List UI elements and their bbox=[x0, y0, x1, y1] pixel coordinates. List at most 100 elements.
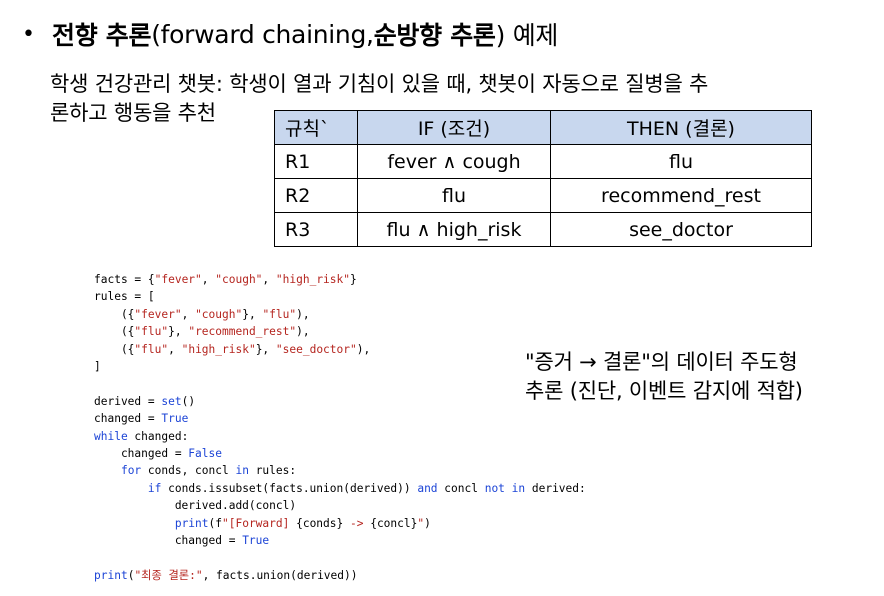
code-token: "[Forward] bbox=[222, 516, 297, 530]
table-row: R3 flu ∧ high_risk see_doctor bbox=[274, 212, 812, 247]
code-block: facts = {"fever", "cough", "high_risk"} r… bbox=[94, 271, 586, 584]
rule-conclusion: see_doctor bbox=[550, 212, 812, 247]
code-token: False bbox=[188, 447, 222, 461]
code-line: changed = False bbox=[94, 445, 586, 462]
code-line: ] bbox=[94, 358, 586, 375]
code-token: , bbox=[262, 273, 276, 286]
code-token: print bbox=[174, 516, 209, 530]
rules-table: 규칙` IF (조건) THEN (결론) R1 fever ∧ cough f… bbox=[274, 110, 812, 247]
rule-conclusion: flu bbox=[550, 144, 812, 179]
code-token: "최종 결론:" bbox=[134, 568, 203, 582]
code-line: if conds.issubset(facts.union(derived)) … bbox=[94, 480, 586, 497]
code-token: ] bbox=[94, 360, 101, 374]
slide-title: • 전향 추론 (forward chaining, 순방향 추론 ) 예제 bbox=[22, 14, 558, 54]
code-token: , facts.union(derived)) bbox=[202, 568, 358, 582]
code-token: "fever" bbox=[134, 307, 182, 321]
code-token: () bbox=[181, 394, 196, 408]
code-token: ), bbox=[356, 342, 371, 356]
code-token: "cough" bbox=[215, 273, 263, 286]
code-token: facts = { bbox=[94, 273, 155, 286]
code-line: derived.add(concl) bbox=[94, 497, 586, 514]
code-token: "fever" bbox=[154, 273, 202, 286]
code-token: if bbox=[147, 481, 162, 495]
code-token: "cough" bbox=[195, 307, 243, 321]
code-token: changed = bbox=[94, 412, 162, 426]
title-suffix: ) 예제 bbox=[495, 21, 559, 50]
code-token: ({ bbox=[94, 342, 135, 356]
code-token: , bbox=[168, 342, 182, 356]
side-note-line-2: 추론 (진단, 이벤트 감지에 적합) bbox=[525, 379, 803, 403]
code-token: ) bbox=[424, 516, 431, 530]
code-line: changed = True bbox=[94, 532, 586, 549]
code-token: }, bbox=[255, 342, 276, 356]
code-token: derived = bbox=[94, 394, 162, 408]
code-token: derived: bbox=[525, 481, 586, 495]
table-row: R1 fever ∧ cough flu bbox=[274, 144, 812, 179]
code-token: "high_risk" bbox=[275, 273, 350, 286]
code-token: "see_doctor" bbox=[275, 342, 357, 356]
bullet-icon: • bbox=[22, 21, 35, 47]
code-token: print bbox=[94, 568, 128, 582]
rule-id: R2 bbox=[274, 178, 358, 213]
header-if: IF (조건) bbox=[357, 110, 551, 145]
code-token: ({ bbox=[94, 307, 135, 321]
code-token: "recommend_rest" bbox=[188, 325, 297, 339]
code-line: for conds, concl in rules: bbox=[94, 462, 586, 479]
code-token: changed: bbox=[127, 429, 189, 443]
title-bold-term: 전향 추론 bbox=[52, 21, 152, 50]
code-token: and bbox=[417, 481, 438, 495]
code-token: {conds} bbox=[296, 516, 350, 530]
header-rule: 규칙` bbox=[274, 110, 358, 145]
code-line: print("최종 결론:", facts.union(derived)) bbox=[94, 567, 586, 584]
code-line: ({"flu", "high_risk"}, "see_doctor"), bbox=[94, 341, 586, 358]
rule-conclusion: recommend_rest bbox=[550, 178, 812, 213]
code-line: rules = [ bbox=[94, 288, 586, 305]
code-token: for bbox=[120, 464, 142, 478]
code-token: -> bbox=[349, 516, 371, 530]
code-line: print(f"[Forward] {conds} -> {concl}") bbox=[94, 515, 586, 532]
code-line: derived = set() bbox=[94, 393, 586, 410]
code-token: changed = bbox=[94, 447, 189, 461]
code-token: changed = bbox=[94, 534, 243, 548]
code-token: ), bbox=[296, 325, 310, 339]
code-token: {concl} bbox=[370, 516, 418, 530]
code-token: while bbox=[94, 429, 128, 443]
code-line: ({"fever", "cough"}, "flu"), bbox=[94, 306, 586, 323]
code-token: set bbox=[161, 394, 182, 408]
code-line: while changed: bbox=[94, 428, 586, 445]
code-token: }, bbox=[168, 325, 189, 339]
code-token: rules: bbox=[248, 464, 297, 478]
code-line: changed = True bbox=[94, 410, 586, 427]
code-token: ({ bbox=[94, 325, 135, 339]
code-token: rules = [ bbox=[94, 290, 155, 304]
rule-condition: flu bbox=[357, 178, 551, 213]
code-token: in bbox=[235, 464, 249, 478]
rule-id: R3 bbox=[274, 212, 358, 247]
code-token: "high_risk" bbox=[181, 342, 256, 356]
code-line: ({"flu"}, "recommend_rest"), bbox=[94, 323, 586, 340]
code-token: ), bbox=[296, 307, 310, 321]
code-token: conds.issubset(facts.union(derived)) bbox=[161, 481, 418, 495]
code-token: } bbox=[350, 273, 357, 286]
code-token: "flu" bbox=[134, 342, 169, 356]
code-token: not in bbox=[484, 481, 526, 495]
title-english-term: (forward chaining, bbox=[151, 19, 374, 49]
rule-id: R1 bbox=[274, 144, 358, 179]
code-token: True bbox=[242, 534, 270, 548]
description-line-1: 학생 건강관리 챗봇: 학생이 열과 기침이 있을 때, 챗봇이 자동으로 질병… bbox=[50, 72, 709, 96]
header-then: THEN (결론) bbox=[550, 110, 812, 145]
code-token: }, bbox=[242, 307, 263, 321]
code-token: , bbox=[201, 273, 216, 286]
code-token: "flu" bbox=[262, 307, 297, 321]
code-token: "flu" bbox=[134, 325, 169, 339]
code-token: True bbox=[161, 412, 189, 426]
code-token: , bbox=[181, 307, 196, 321]
code-token: concl bbox=[437, 481, 485, 495]
table-header-row: 규칙` IF (조건) THEN (결론) bbox=[274, 110, 812, 145]
rule-condition: flu ∧ high_risk bbox=[357, 212, 551, 247]
